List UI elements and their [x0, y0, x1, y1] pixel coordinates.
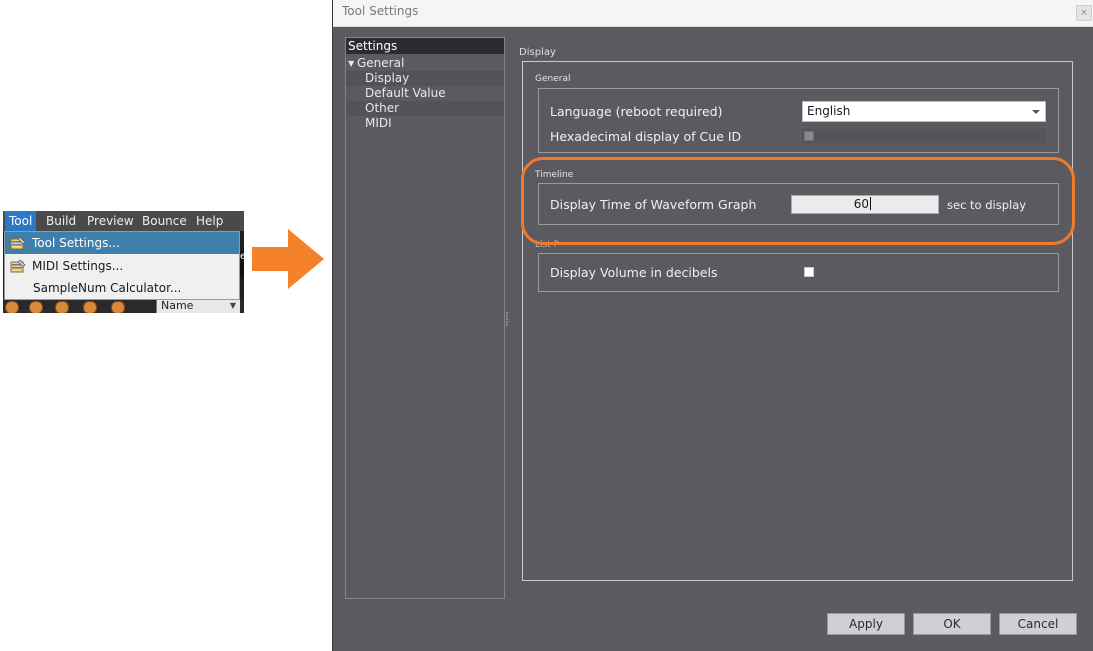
settings-icon [10, 236, 26, 250]
ok-button[interactable]: OK [913, 613, 991, 635]
toolbar-icon[interactable] [5, 301, 19, 313]
menu-item-label: MIDI Settings... [32, 259, 124, 273]
list-group-title: List P [535, 240, 560, 250]
arrow-right-icon [252, 229, 324, 289]
midi-settings-icon [10, 259, 26, 273]
close-button[interactable]: × [1076, 5, 1092, 21]
waveform-time-unit: sec to display [947, 198, 1027, 212]
general-group-title: General [535, 74, 571, 84]
volume-decibels-checkbox[interactable] [804, 267, 814, 277]
toolbar-row: Name ▼ [3, 299, 244, 313]
tool-dropdown: Tool Settings... MIDI Settings... Sample… [4, 231, 240, 300]
waveform-time-label: Display Time of Waveform Graph [550, 197, 757, 212]
dialog-title: Tool Settings [342, 4, 419, 18]
menu-help[interactable]: Help [192, 211, 227, 231]
menu-item-midi-settings[interactable]: MIDI Settings... [5, 255, 239, 277]
menu-item-label: Tool Settings... [32, 236, 120, 250]
content-title: Display [519, 47, 556, 58]
tree-item-label: General [357, 56, 405, 70]
toolbar-icon[interactable] [29, 301, 43, 313]
menu-build[interactable]: Build [42, 211, 80, 231]
hex-cue-id-row [802, 129, 1046, 143]
hex-cue-id-label: Hexadecimal display of Cue ID [550, 129, 742, 144]
side-peek-text: e [240, 251, 244, 262]
name-column-label: Name [161, 299, 194, 312]
toolbar-icon[interactable] [111, 301, 125, 313]
apply-button[interactable]: Apply [827, 613, 905, 635]
toolbar-icon[interactable] [83, 301, 97, 313]
tree-item-general[interactable]: ▼ General [346, 56, 504, 71]
tree-item-label: MIDI [365, 116, 392, 130]
tool-settings-dialog: Tool Settings × Settings ▼ General Displ… [332, 0, 1093, 651]
tree-item-label: Display [365, 71, 410, 85]
menu-snippet: Tool Build Preview Bounce Help e Tool Se… [3, 211, 244, 313]
tree-header[interactable]: Settings [346, 38, 504, 54]
menu-tool[interactable]: Tool [5, 211, 37, 231]
tree-item-default-value[interactable]: Default Value [346, 86, 504, 101]
cancel-button[interactable]: Cancel [999, 613, 1077, 635]
tree-item-label: Default Value [365, 86, 446, 100]
settings-tree: Settings ▼ General Display Default Value… [345, 37, 505, 599]
waveform-time-input[interactable]: 60 [791, 195, 939, 214]
tree-item-midi[interactable]: MIDI [346, 116, 504, 131]
tree-item-display[interactable]: Display [346, 71, 504, 86]
tree-item-other[interactable]: Other [346, 101, 504, 116]
splitter-handle[interactable] [506, 312, 508, 328]
name-column-header[interactable]: Name ▼ [156, 299, 240, 313]
menu-item-samplenum-calculator[interactable]: SampleNum Calculator... [5, 277, 239, 299]
side-peek: e [240, 251, 244, 279]
toolbar-icon[interactable] [55, 301, 69, 313]
chevron-down-icon [1032, 110, 1040, 114]
volume-decibels-label: Display Volume in decibels [550, 265, 718, 280]
text-caret [870, 197, 871, 210]
waveform-time-value: 60 [853, 197, 869, 211]
chevron-down-icon: ▼ [229, 301, 236, 310]
menu-preview[interactable]: Preview [83, 211, 138, 231]
hex-cue-id-checkbox[interactable] [804, 131, 814, 141]
menu-item-label: SampleNum Calculator... [33, 281, 182, 295]
caret-down-icon: ▼ [348, 59, 355, 68]
language-select[interactable]: English [802, 101, 1046, 122]
tree-item-label: Other [365, 101, 400, 115]
menu-bar: Tool Build Preview Bounce Help [3, 211, 244, 231]
menu-bounce[interactable]: Bounce [138, 211, 191, 231]
menu-item-tool-settings[interactable]: Tool Settings... [5, 232, 239, 254]
language-label: Language (reboot required) [550, 104, 723, 119]
dialog-titlebar: Tool Settings × [333, 0, 1093, 27]
language-value: English [807, 104, 851, 118]
timeline-group-title: Timeline [535, 170, 574, 180]
